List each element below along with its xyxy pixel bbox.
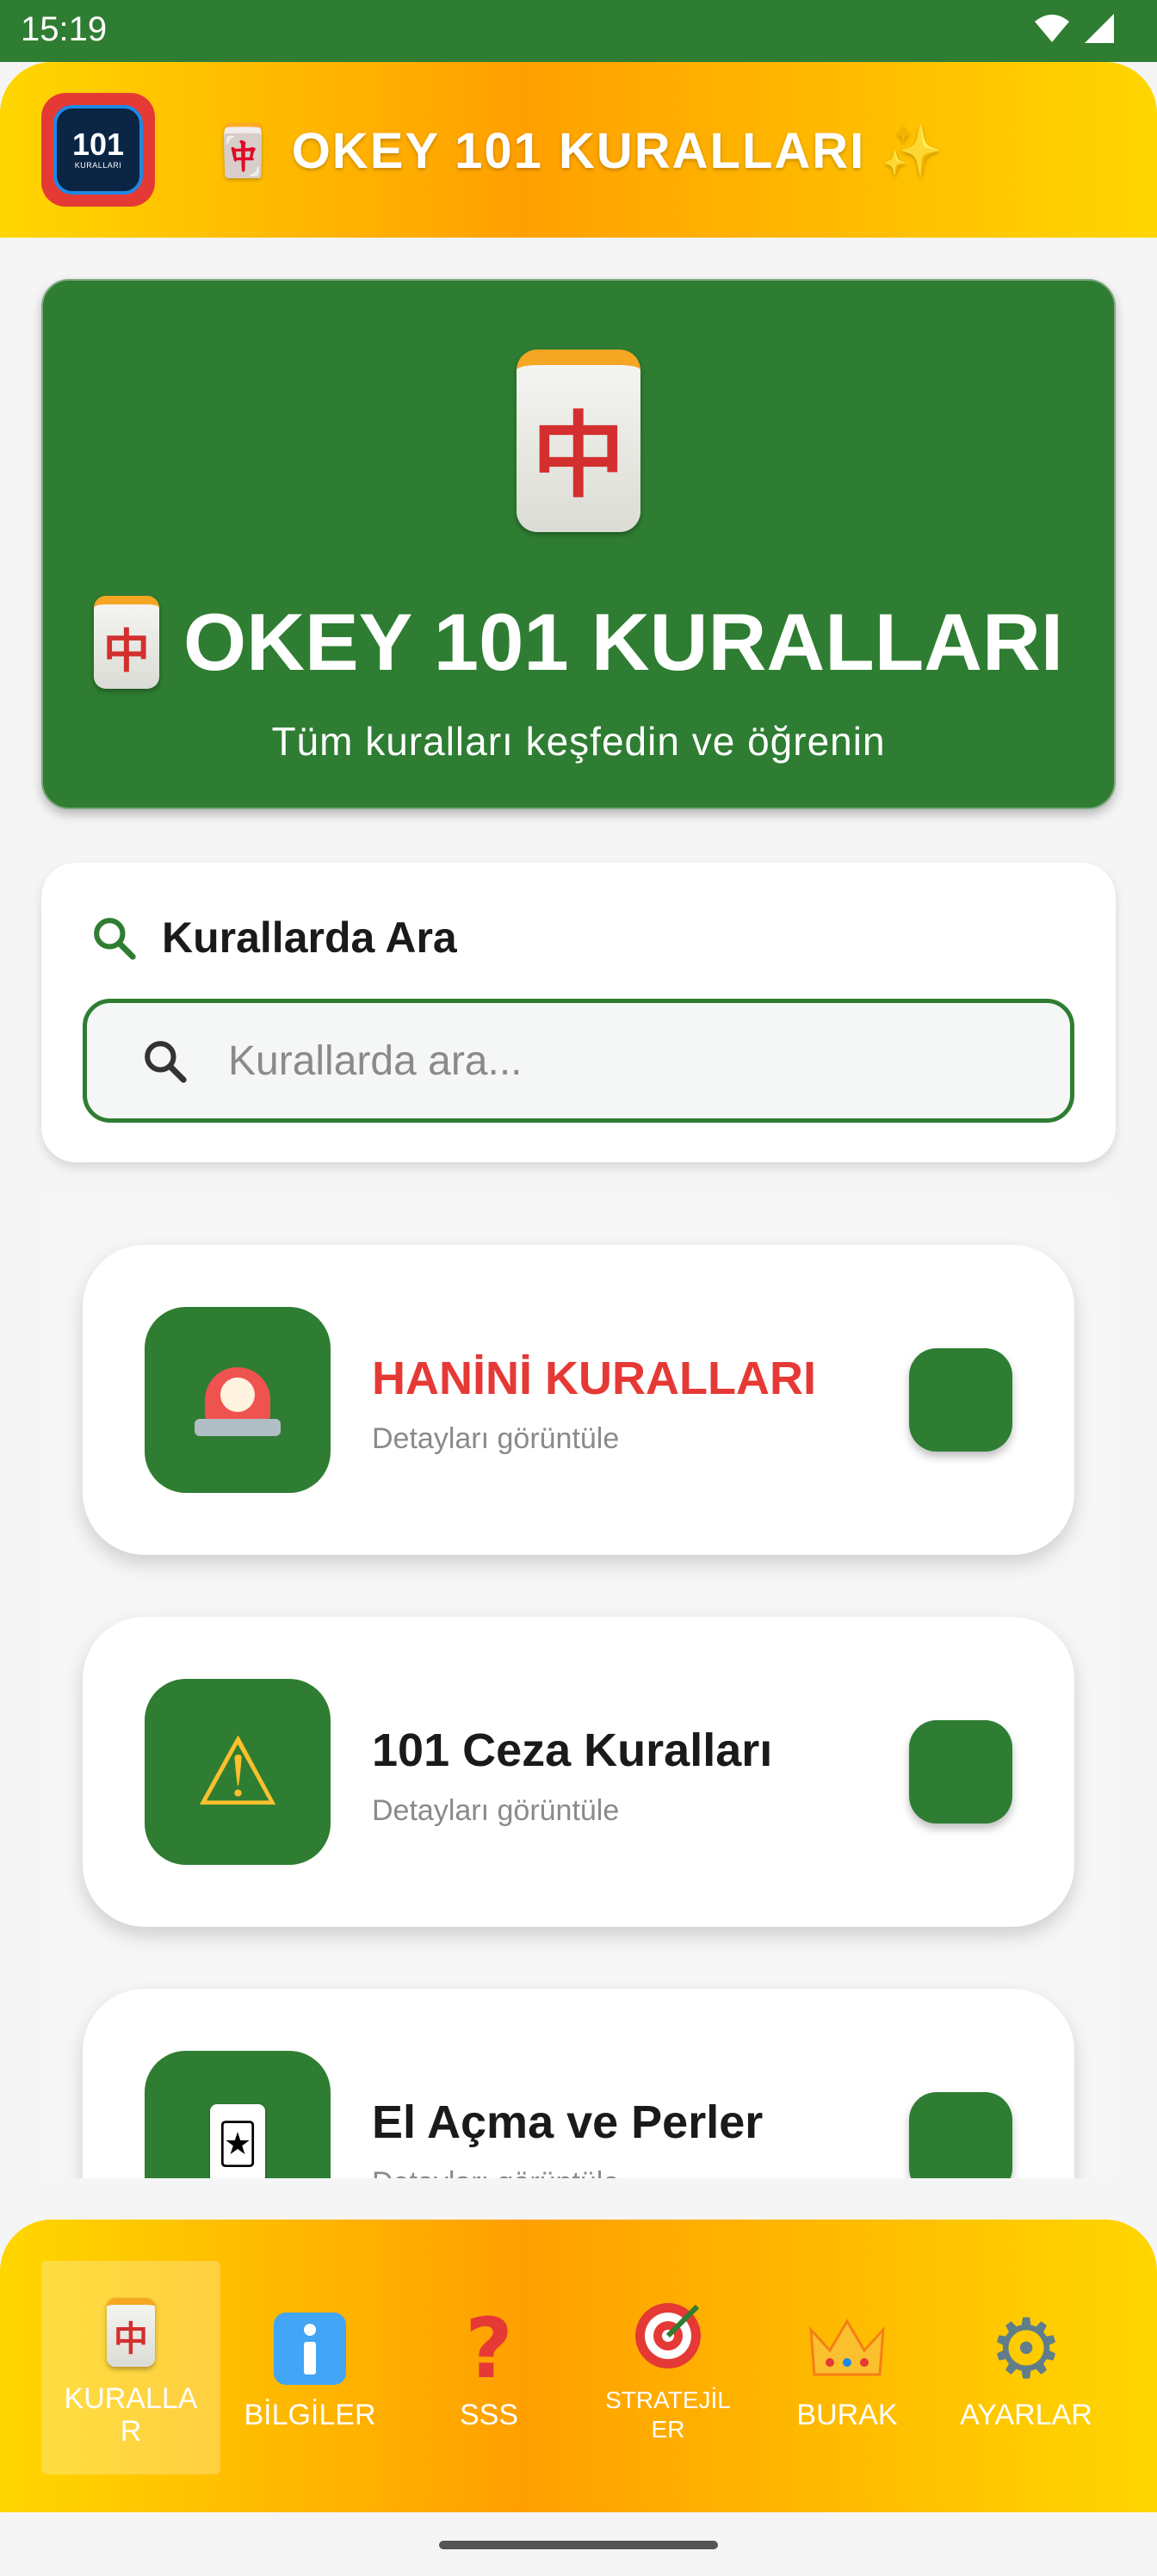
mahjong-tile-icon: 中	[517, 350, 640, 532]
search-heading-label: Kurallarda Ara	[162, 913, 457, 962]
home-indicator[interactable]	[439, 2541, 718, 2549]
crown-icon	[809, 2304, 885, 2393]
bottom-nav: 中 KURALLA R BİLGİLER ? SSS STRATEJİL ER …	[0, 2220, 1157, 2512]
nav-label: KURALLA R	[64, 2382, 198, 2448]
rule-title: El Açma ve Perler	[372, 2096, 764, 2148]
hero-title-row: 中 OKEY 101 KURALLARI	[43, 596, 1114, 689]
wifi-icon	[1035, 15, 1069, 42]
nav-label: SSS	[459, 2399, 519, 2431]
search-input[interactable]	[226, 1036, 1005, 1086]
rule-card-hanini[interactable]: HANİNİ KURALLARI Detayları görüntüle	[83, 1245, 1074, 1555]
rule-open-button[interactable]	[909, 1348, 1012, 1452]
nav-label: BURAK	[796, 2399, 898, 2431]
nav-item-stratejiler[interactable]: STRATEJİL ER	[578, 2261, 758, 2474]
gear-icon: ⚙	[988, 2300, 1064, 2397]
warning-icon: ⚠	[195, 1717, 281, 1827]
header-title: 🀄 OKEY 101 KURALLARI ✨	[212, 123, 945, 179]
rule-icon-box: 🃏	[145, 2051, 331, 2178]
nav-item-bilgiler[interactable]: BİLGİLER	[220, 2261, 399, 2474]
nav-label: AYARLAR	[960, 2399, 1092, 2431]
search-icon	[94, 918, 136, 960]
rule-subtitle: Detayları görüntüle	[372, 1794, 620, 1827]
rule-icon-box	[145, 1307, 331, 1493]
rule-icon-box: ⚠	[145, 1679, 331, 1865]
signal-icon	[1085, 14, 1114, 43]
joker-card-icon: 🃏	[210, 2104, 265, 2178]
hero-subtitle: Tüm kuralları keşfedin ve öğrenin	[271, 719, 886, 764]
rule-title: 101 Ceza Kuralları	[372, 1725, 773, 1776]
nav-item-kurallar[interactable]: 中 KURALLA R	[41, 2261, 220, 2474]
rule-card-ceza[interactable]: ⚠ 101 Ceza Kuralları Detayları görüntüle	[83, 1617, 1074, 1927]
nav-label: BİLGİLER	[244, 2399, 376, 2431]
search-icon	[145, 1041, 187, 1083]
rule-card-el-acma[interactable]: 🃏 El Açma ve Perler Detayları görüntüle	[83, 1989, 1074, 2178]
mahjong-tile-icon: 中	[107, 2288, 155, 2377]
siren-icon	[195, 1359, 281, 1441]
rules-list[interactable]: HANİNİ KURALLARI Detayları görüntüle ⚠ 1…	[41, 1197, 1116, 2178]
status-bar: 15:19	[0, 0, 1157, 62]
mahjong-tile-icon: 中	[93, 596, 159, 689]
hero-banner: 中 中 OKEY 101 KURALLARI Tüm kuralları keş…	[41, 279, 1116, 809]
nav-label: STRATEJİL ER	[605, 2387, 731, 2443]
rule-title: HANİNİ KURALLARI	[372, 1353, 816, 1404]
nav-item-burak[interactable]: BURAK	[758, 2261, 937, 2474]
info-icon	[272, 2304, 348, 2393]
nav-item-sss[interactable]: ? SSS	[399, 2261, 578, 2474]
search-field[interactable]	[83, 999, 1074, 1123]
search-card: Kurallarda Ara	[41, 863, 1116, 1162]
rule-open-button[interactable]	[909, 1720, 1012, 1824]
hero-title: OKEY 101 KURALLARI	[183, 597, 1064, 687]
rule-open-button[interactable]	[909, 2092, 1012, 2178]
target-icon	[632, 2291, 704, 2381]
nav-item-ayarlar[interactable]: ⚙ AYARLAR	[937, 2261, 1116, 2474]
rule-subtitle: Detayları görüntüle	[372, 2166, 619, 2178]
status-icons	[1033, 12, 1116, 45]
app-header: 101 KURALLARI 🀄 OKEY 101 KURALLARI ✨	[0, 62, 1157, 238]
question-icon: ?	[465, 2300, 513, 2397]
rule-subtitle: Detayları görüntüle	[372, 1422, 620, 1455]
status-time: 15:19	[21, 10, 108, 48]
search-heading: Kurallarda Ara	[90, 913, 457, 963]
